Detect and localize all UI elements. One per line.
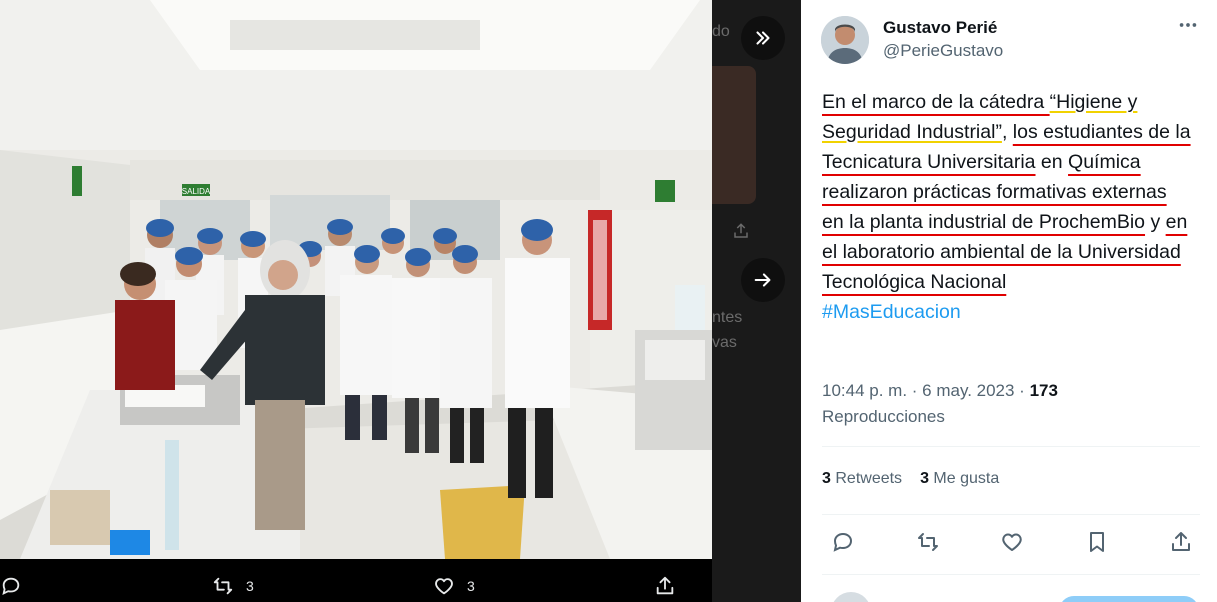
views-count: 173: [1029, 381, 1058, 400]
tweet-photo[interactable]: SALIDA: [0, 0, 712, 559]
like-icon[interactable]: [1000, 530, 1024, 554]
share-icon[interactable]: [1169, 530, 1193, 554]
divider: [822, 446, 1200, 447]
like-icon: [435, 578, 453, 595]
lab-photo-illustration: SALIDA: [0, 0, 712, 559]
text-segment: ,: [1001, 121, 1013, 143]
views-label: Reproducciones: [822, 407, 945, 426]
arrow-right-icon: [754, 273, 771, 287]
media-reply-button[interactable]: [0, 575, 34, 597]
media-retweet-button[interactable]: 3: [212, 575, 254, 597]
likes-label: Me gusta: [933, 470, 1000, 487]
divider: [822, 574, 1200, 575]
collapse-panel-button[interactable]: [741, 16, 785, 60]
retweets-stat[interactable]: 3 Retweets: [822, 470, 902, 488]
tweet-meta: 10:44 p. m. · 6 may. 2023 · 173 Reproduc…: [822, 378, 1202, 430]
exit-sign: SALIDA: [182, 187, 211, 196]
tweet-detail-panel: Gustavo Perié @PerieGustavo En el marco …: [801, 0, 1217, 602]
text-segment: y: [1145, 211, 1166, 233]
bookmark-icon[interactable]: [1085, 530, 1109, 554]
text-segment: En el marco de la cátedra: [822, 91, 1050, 113]
background-tweet-text: do: [712, 23, 730, 40]
more-icon[interactable]: [1177, 14, 1199, 36]
hashtag-link[interactable]: #MasEducacion: [822, 301, 961, 323]
background-tweet-text: ntes: [712, 309, 743, 326]
share-icon: [656, 576, 674, 595]
reply-avatar: [831, 592, 871, 602]
timestamp[interactable]: 10:44 p. m. · 6 may. 2023 ·: [822, 381, 1030, 400]
avatar-image: [821, 16, 869, 64]
retweet-icon[interactable]: [916, 530, 940, 554]
text-segment: en: [1035, 151, 1069, 173]
author-handle[interactable]: @PerieGustavo: [883, 41, 1003, 61]
reply-button[interactable]: [1059, 596, 1199, 602]
media-like-button[interactable]: 3: [433, 575, 475, 597]
divider: [822, 514, 1200, 515]
retweets-label: Retweets: [835, 470, 903, 487]
media-retweet-count: 3: [246, 578, 254, 594]
media-share-button[interactable]: [654, 575, 676, 597]
media-action-bar: 3 3: [0, 559, 712, 602]
media-like-count: 3: [467, 578, 475, 594]
tweet-stats: 3 Retweets 3 Me gusta: [822, 470, 999, 488]
reply-icon[interactable]: [831, 530, 855, 554]
tweet-text: En el marco de la cátedra “Higiene y Seg…: [822, 87, 1192, 327]
avatar[interactable]: [821, 16, 869, 64]
likes-stat[interactable]: 3 Me gusta: [920, 470, 999, 488]
retweet-icon: [213, 577, 233, 595]
likes-count: 3: [920, 470, 929, 487]
next-image-button[interactable]: [741, 258, 785, 302]
background-tweet-image: [712, 66, 756, 204]
author-block: Gustavo Perié @PerieGustavo: [821, 12, 1003, 64]
background-tweet-text: vas: [712, 334, 737, 351]
retweets-count: 3: [822, 470, 831, 487]
chevrons-right-icon: [756, 31, 770, 45]
tweet-action-bar: [831, 530, 1193, 554]
reply-icon: [2, 577, 20, 595]
author-name[interactable]: Gustavo Perié: [883, 18, 1003, 38]
media-viewer: do ntes vas SALIDA 3 3: [0, 0, 801, 602]
share-icon: [734, 223, 748, 238]
